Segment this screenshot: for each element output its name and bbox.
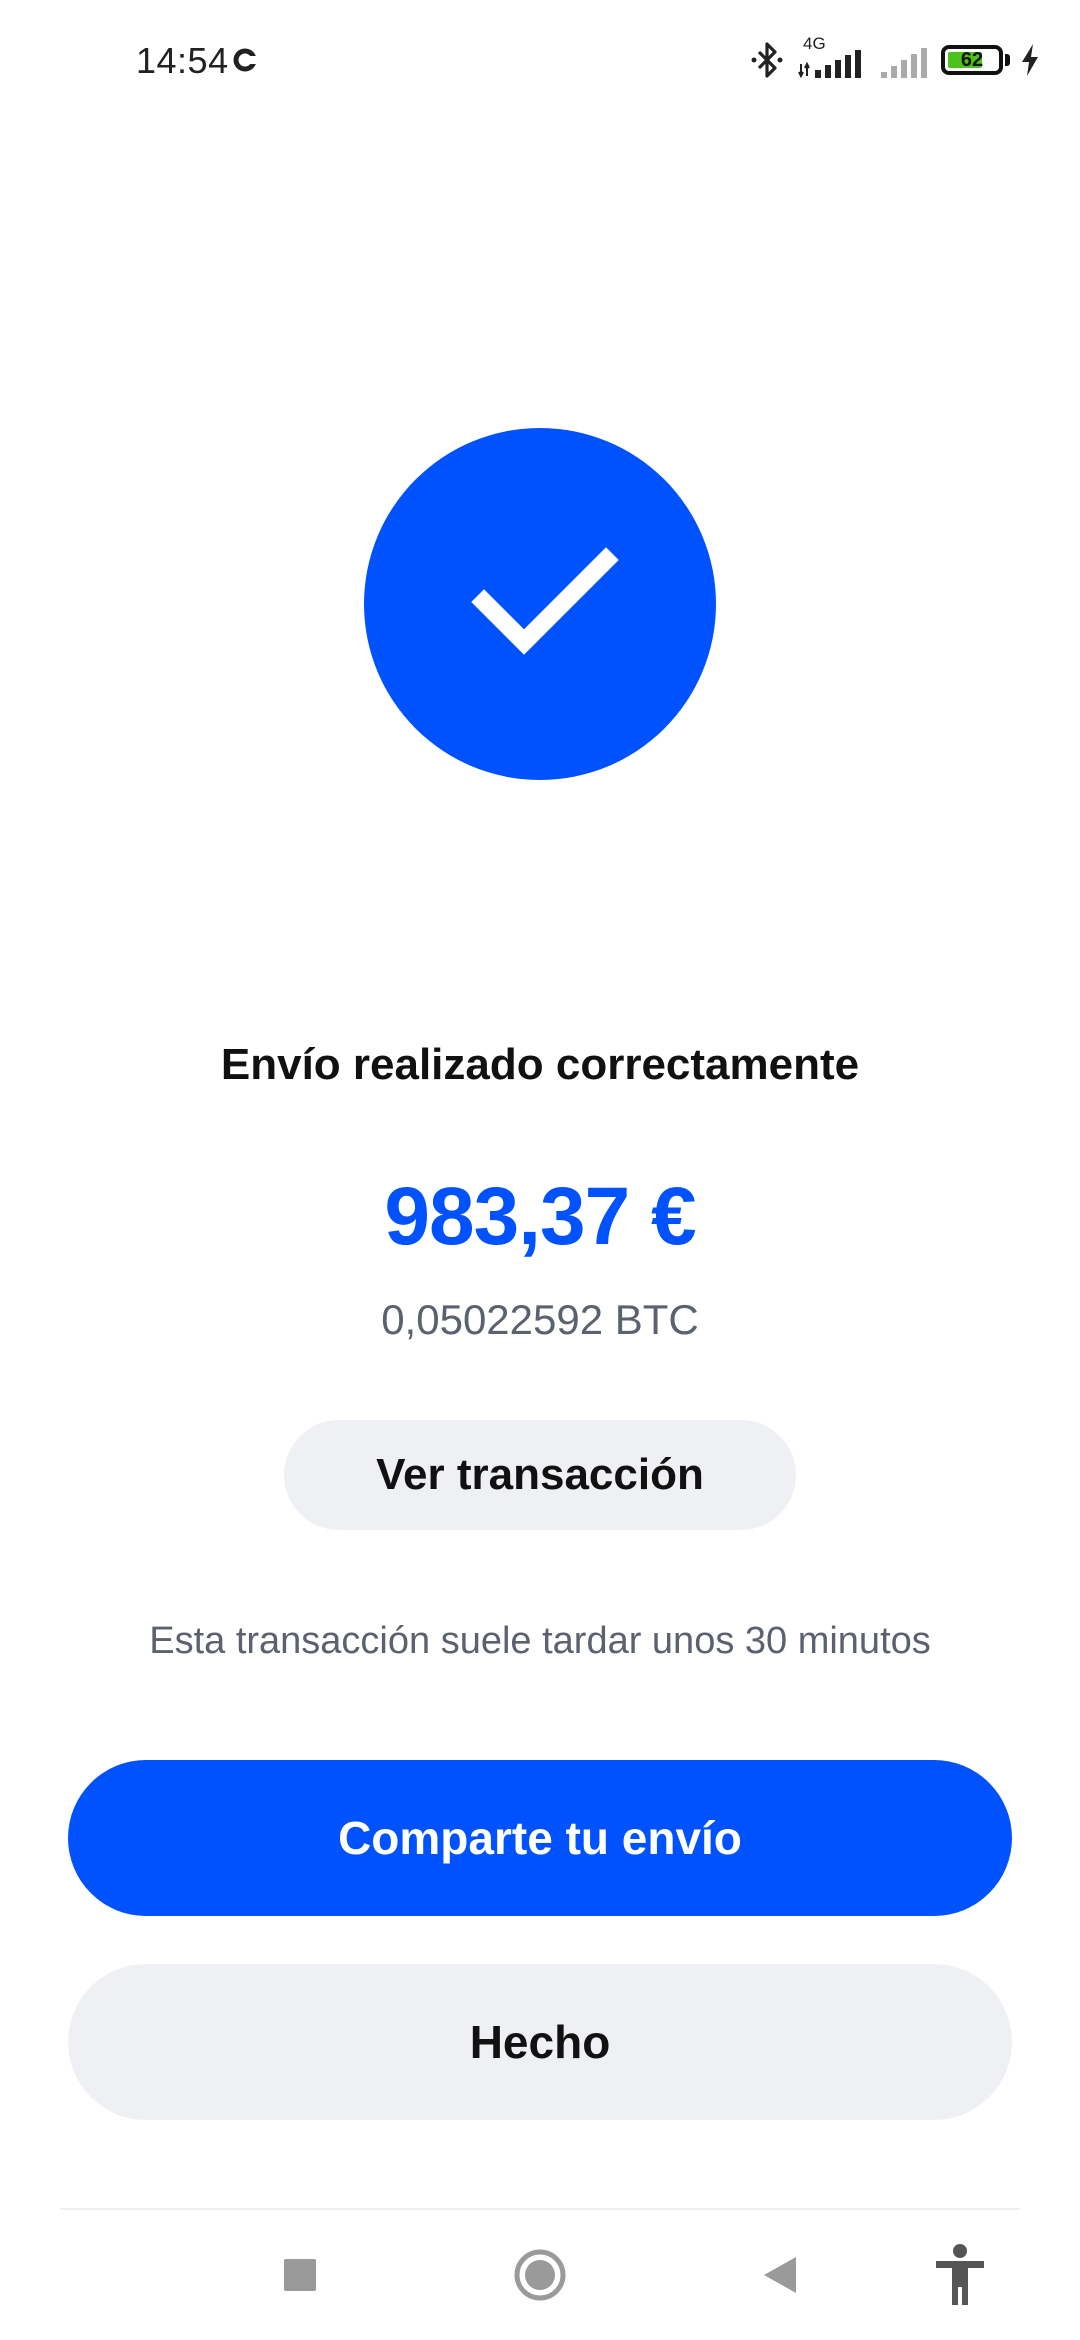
accessibility-button[interactable]: [920, 2240, 1000, 2310]
screen: 14:54 4G 62 Envío realizado correctament…: [0, 0, 1080, 2340]
recents-button[interactable]: [260, 2240, 340, 2310]
status-time: 14:54: [136, 40, 229, 81]
nav-divider: [60, 2208, 1020, 2210]
home-button[interactable]: [500, 2240, 580, 2310]
view-transaction-button[interactable]: Ver transacción: [284, 1420, 796, 1530]
battery-icon: 62: [941, 45, 1010, 75]
success-badge: [364, 428, 716, 780]
recents-icon: [284, 2259, 316, 2291]
done-button[interactable]: Hecho: [68, 1964, 1012, 2120]
signal-icon: [881, 48, 927, 78]
back-button[interactable]: [740, 2240, 820, 2310]
amount-crypto: 0,05022592 BTC: [381, 1296, 699, 1343]
checkmark-icon: [471, 547, 619, 655]
transaction-time-info: Esta transacción suele tardar unos 30 mi…: [149, 1620, 931, 1662]
battery-level: 62: [960, 49, 984, 71]
success-title: Envío realizado correctamente: [220, 1040, 860, 1089]
status-bar: 14:54 4G 62: [0, 0, 1080, 125]
accessibility-icon: [936, 2244, 984, 2305]
bluetooth-icon: [751, 42, 783, 78]
amount-fiat: 983,37 €: [384, 1171, 696, 1262]
charging-icon: [1022, 44, 1038, 76]
status-icons: 4G 62: [747, 34, 1040, 82]
home-icon: [514, 2249, 566, 2301]
back-icon: [764, 2257, 796, 2293]
sync-icon: [233, 48, 258, 72]
signal-4g-icon: 4G: [797, 34, 869, 82]
share-send-button[interactable]: Comparte tu envío: [68, 1760, 1012, 1916]
